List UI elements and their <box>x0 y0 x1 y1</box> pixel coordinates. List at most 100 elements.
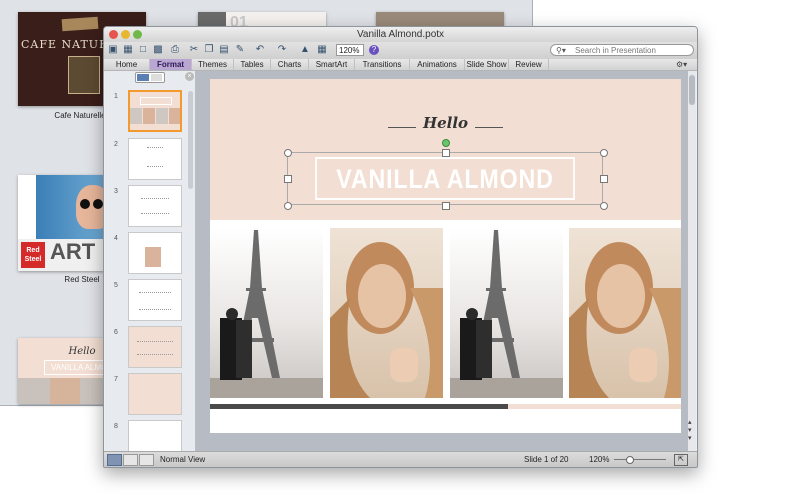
resize-handle[interactable] <box>284 202 292 210</box>
new-document-icon[interactable]: ▣ <box>107 44 119 56</box>
scroll-arrows-icon[interactable]: ▴ ▾ ▾ <box>688 419 692 443</box>
search-input[interactable]: Search in Presentation ⚲▾ <box>550 44 694 56</box>
slide-title[interactable]: VANILLA ALMOND <box>315 157 575 200</box>
progress-bar-light <box>508 404 681 409</box>
print-icon[interactable]: ⎙ <box>169 44 181 56</box>
zoom-label: 120% <box>589 455 610 464</box>
cafe-label-tag <box>61 16 99 32</box>
slide-number: 2 <box>114 141 118 148</box>
slide-sorter-icon[interactable] <box>123 454 138 466</box>
search-icon: ⚲▾ <box>556 46 566 55</box>
presentation-window: Vanilla Almond.potx ▣ ▦ □ ▩ ⎙ ✂ ❐ ▤ ✎ ↶ … <box>103 26 698 468</box>
zoom-slider-knob[interactable] <box>626 456 634 464</box>
slide-thumb-3[interactable] <box>128 185 182 227</box>
scrollbar-thumb[interactable] <box>689 75 695 105</box>
slide-number: 3 <box>114 188 118 195</box>
zoom-slider[interactable] <box>614 459 666 460</box>
photo-woman-portrait-1 <box>330 228 443 398</box>
tab-review[interactable]: Review <box>509 59 549 70</box>
insert-icon[interactable]: ▲ <box>299 44 311 56</box>
paste-icon[interactable]: ▤ <box>218 44 230 56</box>
navigator-scrollbar[interactable] <box>188 91 193 189</box>
slide-thumb-1[interactable] <box>128 90 182 132</box>
slide-number: 4 <box>114 235 118 242</box>
portrait-icon <box>330 242 443 398</box>
slide-thumb-5[interactable] <box>128 279 182 321</box>
redo-icon[interactable]: ↷ <box>276 44 288 56</box>
fit-to-window-icon[interactable]: ⇱ <box>674 454 688 466</box>
pane-view-toggle <box>135 72 165 83</box>
resize-handle[interactable] <box>600 202 608 210</box>
cut-icon[interactable]: ✂ <box>188 44 200 56</box>
window-title: Vanilla Almond.potx <box>356 29 445 40</box>
slide-canvas: Hello VANILLA ALMOND <box>210 79 681 433</box>
close-button[interactable] <box>109 30 118 39</box>
zoom-button[interactable] <box>133 30 142 39</box>
title-placeholder[interactable]: VANILLA ALMOND <box>287 152 603 205</box>
tab-home[interactable]: Home <box>104 59 150 70</box>
slide-counter: Slide 1 of 20 <box>524 455 569 464</box>
resize-handle[interactable] <box>600 175 608 183</box>
portrait-icon <box>569 242 681 398</box>
cafe-photo <box>68 56 100 94</box>
resize-handle[interactable] <box>284 149 292 157</box>
slide-number: 5 <box>114 282 118 289</box>
copy-icon[interactable]: ❐ <box>203 44 215 56</box>
slide-editor: Hello VANILLA ALMOND ▴ ▾ ▾ <box>196 71 696 451</box>
photo-eiffel-couple-1 <box>210 228 323 398</box>
format-painter-icon[interactable]: ✎ <box>234 44 246 56</box>
undo-icon[interactable]: ↶ <box>254 44 266 56</box>
slide-thumb-7[interactable] <box>128 373 182 415</box>
hello-left-rule <box>388 127 416 128</box>
outline-view-icon[interactable] <box>151 74 162 81</box>
ribbon-options-icon[interactable]: ⚙▾ <box>676 59 687 70</box>
progress-bar-dark <box>210 404 508 409</box>
minimize-button[interactable] <box>121 30 130 39</box>
slide-thumb-8[interactable] <box>128 420 182 452</box>
tab-charts[interactable]: Charts <box>271 59 309 70</box>
standard-toolbar: ▣ ▦ □ ▩ ⎙ ✂ ❐ ▤ ✎ ↶ ↷ ▲ ▦ 120% ? Search … <box>104 42 697 59</box>
zoom-select[interactable]: 120% <box>336 44 364 56</box>
status-bar: Normal View Slide 1 of 20 120% ⇱ <box>104 451 697 467</box>
template-thumb-title: ART <box>50 239 96 264</box>
slides-view-icon[interactable] <box>137 74 149 81</box>
slide-number: 8 <box>114 423 118 430</box>
eiffel-tower-icon <box>450 230 563 398</box>
tab-transitions[interactable]: Transitions <box>355 59 410 70</box>
rotate-handle[interactable] <box>442 139 450 147</box>
tab-slide-show[interactable]: Slide Show <box>465 59 509 70</box>
red-steel-badge: Red Steel <box>21 242 45 268</box>
tab-smartart[interactable]: SmartArt <box>309 59 355 70</box>
slide-thumb-6[interactable] <box>128 326 182 368</box>
tab-animations[interactable]: Animations <box>410 59 465 70</box>
slide-number: 1 <box>114 93 118 100</box>
photo-woman-portrait-2 <box>569 228 681 398</box>
tab-themes[interactable]: Themes <box>192 59 234 70</box>
editor-scrollbar[interactable]: ▴ ▾ ▾ <box>688 71 696 451</box>
resize-handle[interactable] <box>442 149 450 157</box>
eiffel-tower-icon <box>210 230 323 398</box>
slide-thumb-2[interactable] <box>128 138 182 180</box>
slide-show-icon[interactable] <box>139 454 154 466</box>
hello-right-rule <box>475 127 503 128</box>
view-label: Normal View <box>160 455 206 464</box>
templates-icon[interactable]: ▦ <box>122 44 134 56</box>
slide-navigator: × 1 2 3 4 5 6 7 8 <box>105 71 196 452</box>
title-bar: Vanilla Almond.potx <box>104 27 697 42</box>
tab-format[interactable]: Format <box>150 59 192 70</box>
resize-handle[interactable] <box>284 175 292 183</box>
help-icon[interactable]: ? <box>369 45 379 55</box>
open-icon[interactable]: □ <box>137 44 149 56</box>
close-pane-icon[interactable]: × <box>185 72 194 81</box>
ribbon-tabs: Home Format Themes Tables Charts SmartAr… <box>104 59 697 71</box>
hello-text: Hello <box>422 114 469 132</box>
normal-view-icon[interactable] <box>107 454 122 466</box>
tab-tables[interactable]: Tables <box>234 59 271 70</box>
resize-handle[interactable] <box>442 202 450 210</box>
gallery-icon[interactable]: ▦ <box>316 44 328 56</box>
resize-handle[interactable] <box>600 149 608 157</box>
slide-thumb-4[interactable] <box>128 232 182 274</box>
photo-eiffel-couple-2 <box>450 228 563 398</box>
slide-number: 7 <box>114 376 118 383</box>
save-icon[interactable]: ▩ <box>152 44 164 56</box>
